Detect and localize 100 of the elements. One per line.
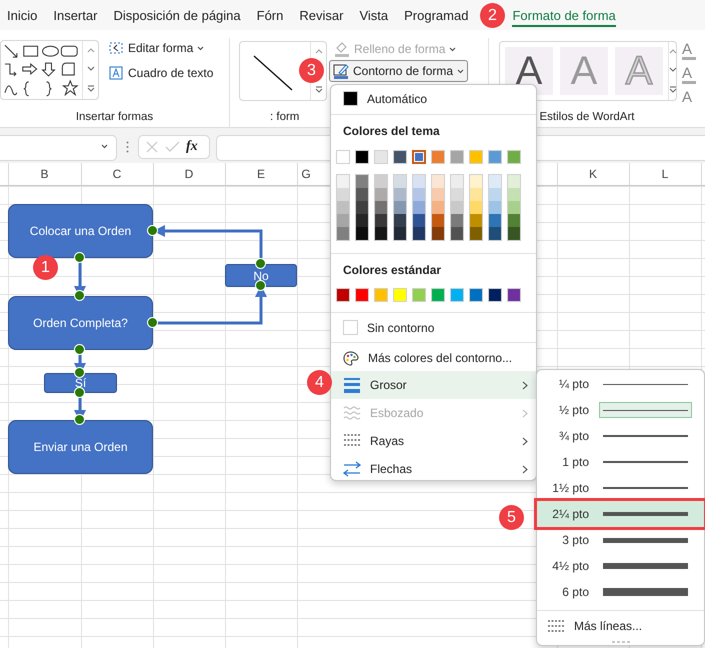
color-swatch[interactable] (489, 214, 501, 227)
color-swatch[interactable] (394, 227, 406, 240)
menu-item[interactable]: 6 pto (537, 579, 704, 605)
color-swatch[interactable] (413, 175, 425, 188)
submenu-item[interactable]: Flechas (331, 455, 536, 483)
color-swatch[interactable] (489, 227, 501, 240)
submenu-item[interactable]: Grosor (331, 371, 536, 399)
color-swatch[interactable] (337, 227, 349, 240)
color-swatch[interactable] (432, 188, 444, 201)
text-tool[interactable]: A (682, 66, 696, 84)
connection-handle[interactable] (74, 344, 85, 355)
column-header[interactable]: L (629, 163, 701, 185)
color-swatch[interactable] (470, 201, 482, 214)
text-tool[interactable]: A (682, 42, 696, 60)
color-swatch[interactable] (337, 188, 349, 201)
color-swatch[interactable] (470, 214, 482, 227)
menu-item[interactable]: Sin contorno (331, 315, 536, 340)
ribbon-command[interactable]: Cuadro de texto (104, 63, 218, 83)
color-swatch[interactable] (489, 201, 501, 214)
submenu-item[interactable]: Rayas (331, 427, 536, 455)
connection-handle[interactable] (74, 387, 85, 398)
color-swatch[interactable] (413, 188, 425, 201)
expand-gallery-icon[interactable] (314, 86, 322, 94)
scroll-up-icon[interactable] (669, 48, 677, 54)
scroll-up-icon[interactable] (86, 48, 95, 53)
scroll-down-icon[interactable] (669, 67, 677, 72)
color-swatch[interactable] (356, 201, 368, 214)
connection-handle[interactable] (74, 414, 85, 425)
column-header[interactable]: G (297, 163, 315, 185)
connection-handle[interactable] (74, 367, 85, 378)
connection-handle[interactable] (147, 225, 158, 236)
flowchart-node[interactable]: Colocar una Orden (8, 204, 153, 258)
menu-item[interactable]: 2¼ pto (537, 501, 704, 527)
check-icon[interactable] (165, 140, 180, 154)
color-swatch[interactable] (356, 227, 368, 240)
color-swatch[interactable] (470, 227, 482, 240)
color-swatch[interactable] (375, 175, 387, 188)
expand-gallery-icon[interactable] (669, 86, 677, 94)
flowchart-node[interactable]: Sí (44, 373, 117, 393)
color-swatch[interactable] (375, 214, 387, 227)
color-swatch[interactable] (451, 214, 463, 227)
color-swatch[interactable] (337, 214, 349, 227)
flowchart-node[interactable]: Orden Completa? (8, 296, 153, 350)
connection-handle[interactable] (147, 317, 158, 328)
color-swatch[interactable] (432, 227, 444, 240)
ribbon-tab[interactable]: Vista (359, 4, 388, 26)
ribbon-command[interactable]: Editar forma (104, 38, 208, 58)
column-header[interactable]: B (8, 163, 81, 185)
color-swatch[interactable] (451, 227, 463, 240)
ribbon-tab[interactable]: Insertar (53, 4, 98, 26)
menu-item[interactable]: Más líneas... (537, 613, 704, 639)
scroll-up-icon[interactable] (314, 48, 322, 54)
menu-item[interactable]: 3 pto (537, 527, 704, 553)
color-swatch[interactable] (394, 188, 406, 201)
color-swatch[interactable] (451, 175, 463, 188)
color-swatch[interactable] (508, 214, 520, 227)
color-swatch[interactable] (394, 201, 406, 214)
color-swatch[interactable] (394, 214, 406, 227)
connection-handle[interactable] (255, 258, 266, 269)
color-swatch[interactable] (375, 227, 387, 240)
color-swatch[interactable] (337, 201, 349, 214)
color-swatch[interactable] (413, 214, 425, 227)
menu-item[interactable]: 1½ pto (537, 475, 704, 501)
color-swatch[interactable] (489, 188, 501, 201)
ribbon-tab[interactable]: Revisar (299, 4, 344, 26)
color-swatch[interactable] (356, 188, 368, 201)
color-swatch[interactable] (375, 188, 387, 201)
color-swatch[interactable] (508, 188, 520, 201)
ribbon-tab[interactable]: Programad (404, 4, 468, 26)
text-tool[interactable]: A (682, 90, 696, 105)
ribbon-tab[interactable]: Disposición de página (113, 4, 241, 26)
expand-gallery-icon[interactable] (86, 85, 95, 92)
color-swatch[interactable] (375, 201, 387, 214)
menu-item[interactable]: 1 pto (537, 449, 704, 475)
color-swatch[interactable] (432, 201, 444, 214)
column-header[interactable]: E (225, 163, 297, 185)
color-swatch[interactable] (451, 188, 463, 201)
menu-item[interactable]: ½ pto (537, 397, 704, 423)
scroll-down-icon[interactable] (86, 66, 95, 72)
color-swatch[interactable] (508, 227, 520, 240)
color-swatch[interactable] (508, 201, 520, 214)
ribbon-tab[interactable]: Formato de forma (512, 4, 616, 26)
ribbon-tab[interactable]: Fórn (256, 4, 284, 26)
color-swatch[interactable] (508, 175, 520, 188)
connection-handle[interactable] (74, 252, 85, 263)
menu-item[interactable]: ¼ pto (537, 371, 704, 397)
color-swatch[interactable] (432, 175, 444, 188)
column-header[interactable]: D (153, 163, 225, 185)
color-swatch[interactable] (470, 175, 482, 188)
color-swatch[interactable] (432, 214, 444, 227)
color-swatch[interactable] (412, 150, 426, 164)
color-swatch[interactable] (413, 227, 425, 240)
color-swatch[interactable] (356, 214, 368, 227)
color-swatch[interactable] (394, 175, 406, 188)
color-swatch[interactable] (337, 175, 349, 188)
ribbon-command[interactable]: Contorno de forma (329, 60, 468, 82)
connection-handle[interactable] (74, 290, 85, 301)
color-swatch[interactable] (413, 201, 425, 214)
connection-handle[interactable] (255, 280, 266, 291)
insert-function-button[interactable]: fx (186, 139, 198, 155)
